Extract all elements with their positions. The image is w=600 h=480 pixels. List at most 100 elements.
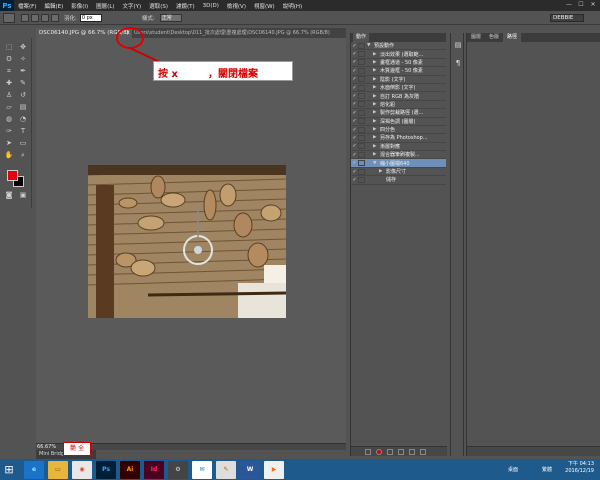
action-row[interactable]: ✓ ▶ 混合器筆刷複製... — [351, 151, 446, 160]
action-row[interactable]: ✓ ▶ 漸層對應 — [351, 143, 446, 152]
dialog-toggle-icon[interactable] — [358, 143, 365, 150]
toggle-checkmark-icon[interactable]: ✓ — [351, 152, 358, 158]
toggle-checkmark-icon[interactable]: ✓ — [351, 51, 358, 57]
dialog-toggle-icon[interactable] — [358, 59, 365, 66]
dialog-toggle-icon[interactable] — [358, 76, 365, 83]
expand-triangle-icon[interactable]: ▶ — [373, 52, 380, 57]
expand-triangle-icon[interactable]: ▼ — [373, 161, 380, 166]
menu-file[interactable]: 檔案(F) — [14, 2, 40, 10]
action-row[interactable]: ✓ ▶ 水面倒影 (文字) — [351, 84, 446, 93]
action-row[interactable]: ✓ ▼ 預設動作 — [351, 42, 446, 51]
action-row[interactable]: ✓ ▶ 深褐色調 (圖層) — [351, 118, 446, 126]
menu-3d[interactable]: 3D(D) — [199, 3, 223, 9]
maximize-button[interactable]: ☐ — [576, 1, 586, 9]
marquee-preset-icon[interactable] — [3, 12, 15, 23]
stop-icon[interactable] — [365, 448, 371, 455]
dialog-toggle-icon[interactable] — [358, 101, 365, 108]
taskbar-paint-icon[interactable]: ✎ — [216, 460, 236, 479]
dialog-toggle-icon[interactable] — [358, 42, 365, 49]
clone-stamp-icon[interactable]: ♙ — [3, 90, 15, 101]
tab-paths[interactable]: 路徑 — [503, 33, 522, 42]
menu-image[interactable]: 影像(I) — [67, 2, 92, 10]
feather-input[interactable]: 0 px — [79, 13, 102, 22]
record-icon[interactable] — [376, 448, 382, 455]
brush-tool-icon[interactable]: ✎ — [17, 78, 29, 89]
expand-triangle-icon[interactable]: ▶ — [379, 169, 386, 174]
menu-filter[interactable]: 濾鏡(T) — [172, 2, 199, 10]
pen-tool-icon[interactable]: ✑ — [3, 126, 15, 137]
clock[interactable]: 下午 04:13 2016/12/19 — [565, 461, 594, 475]
screen-mode-icon[interactable]: ▣ — [17, 190, 29, 201]
taskbar-word-icon[interactable]: W — [240, 460, 260, 479]
taskbar-photoshop-icon[interactable]: Ps — [96, 460, 116, 479]
new-set-icon[interactable] — [398, 448, 404, 455]
toggle-checkmark-icon[interactable]: ✓ — [351, 135, 358, 141]
taskbar-ie-icon[interactable]: e — [24, 460, 44, 479]
taskbar-media-icon[interactable]: ▶ — [264, 460, 284, 479]
action-row[interactable]: ✓ 儲存 — [351, 176, 446, 185]
toggle-checkmark-icon[interactable]: ✓ — [351, 169, 358, 175]
quick-mask-icon[interactable]: ◙ — [3, 190, 15, 201]
path-select-icon[interactable]: ➤ — [3, 138, 15, 149]
toggle-checkmark-icon[interactable]: ✓ — [351, 68, 358, 74]
dialog-toggle-icon[interactable] — [358, 134, 365, 141]
toggle-checkmark-icon[interactable]: ✓ — [351, 101, 358, 107]
expand-triangle-icon[interactable]: ▶ — [373, 94, 380, 99]
toggle-checkmark-icon[interactable]: ✓ — [351, 76, 358, 82]
action-row[interactable]: ✓ ▶ 自訂 RGB 為灰階 — [351, 92, 446, 101]
taskbar-illustrator-icon[interactable]: Ai — [120, 460, 140, 479]
dialog-toggle-icon[interactable] — [358, 84, 365, 91]
toggle-checkmark-icon[interactable]: ✓ — [351, 160, 358, 166]
menu-select[interactable]: 選取(S) — [145, 2, 172, 10]
paragraph-panel-icon[interactable]: ¶ — [453, 59, 463, 69]
lasso-tool-icon[interactable]: ʘ — [3, 54, 15, 65]
foreground-color-swatch[interactable] — [7, 170, 18, 181]
gradient-tool-icon[interactable]: ▤ — [17, 102, 29, 113]
start-button-icon[interactable]: ⊞ — [0, 459, 18, 480]
menu-help[interactable]: 說明(H) — [279, 2, 306, 10]
action-row[interactable]: ✓ ▶ 陰影 (文字) — [351, 76, 446, 84]
taskbar-mail-icon[interactable]: ✉ — [192, 460, 212, 479]
expand-triangle-icon[interactable]: ▶ — [373, 77, 380, 82]
ime-indicator[interactable]: 繁體 — [542, 466, 552, 473]
dialog-toggle-icon[interactable] — [358, 51, 365, 58]
action-row[interactable]: ✓ ▶ 製作剪裁路徑 (選... — [351, 109, 446, 118]
workspace-select[interactable]: DEBBIE — [550, 14, 584, 22]
menu-layer[interactable]: 圖層(L) — [92, 2, 118, 10]
desktop-label[interactable]: 桌面 — [508, 466, 518, 473]
eraser-tool-icon[interactable]: ▱ — [3, 102, 15, 113]
dialog-toggle-icon[interactable] — [358, 118, 365, 125]
new-action-icon[interactable] — [409, 448, 415, 455]
style-select[interactable]: 正常 — [159, 13, 182, 22]
expand-triangle-icon[interactable]: ▶ — [373, 135, 380, 140]
toggle-checkmark-icon[interactable]: ✓ — [351, 43, 358, 49]
expand-triangle-icon[interactable]: ▼ — [367, 43, 374, 48]
action-row[interactable]: ✓ ▼ 縮小圖檔640 — [351, 159, 446, 168]
marquee-tool-icon[interactable]: ⬚ — [3, 42, 15, 53]
dialog-toggle-icon[interactable] — [358, 176, 365, 183]
action-row[interactable]: ✓ ▶ 熔化鉛 — [351, 101, 446, 110]
delete-icon[interactable] — [420, 448, 426, 455]
taskbar-indesign-icon[interactable]: Id — [144, 460, 164, 479]
dialog-toggle-icon[interactable] — [358, 126, 365, 133]
expand-triangle-icon[interactable]: ▶ — [373, 110, 380, 115]
expand-triangle-icon[interactable]: ▶ — [373, 60, 380, 65]
expand-triangle-icon[interactable]: ▶ — [373, 152, 380, 157]
taskbar-settings-icon[interactable]: ⚙ — [168, 460, 188, 479]
menu-view[interactable]: 檢視(V) — [223, 2, 250, 10]
tab-layers[interactable]: 圖層 — [467, 33, 485, 42]
expand-triangle-icon[interactable]: ▶ — [373, 119, 380, 124]
subtract-selection-icon[interactable] — [41, 13, 49, 22]
toggle-checkmark-icon[interactable]: ✓ — [351, 177, 358, 183]
close-window-button[interactable]: ✕ — [588, 1, 598, 9]
toggle-checkmark-icon[interactable]: ✓ — [351, 93, 358, 99]
play-icon[interactable] — [387, 448, 393, 455]
minimize-button[interactable]: — — [564, 1, 574, 9]
expand-triangle-icon[interactable]: ▶ — [373, 144, 380, 149]
healing-brush-icon[interactable]: ✚ — [3, 78, 15, 89]
action-row[interactable]: ✓ ▶ 木質邊框 - 50 像素 — [351, 67, 446, 76]
add-selection-icon[interactable] — [31, 13, 39, 22]
eyedropper-icon[interactable]: ✒ — [17, 66, 29, 77]
toggle-checkmark-icon[interactable]: ✓ — [351, 59, 358, 65]
action-row[interactable]: ✓ ▶ 另存為 Photoshop... — [351, 134, 446, 143]
